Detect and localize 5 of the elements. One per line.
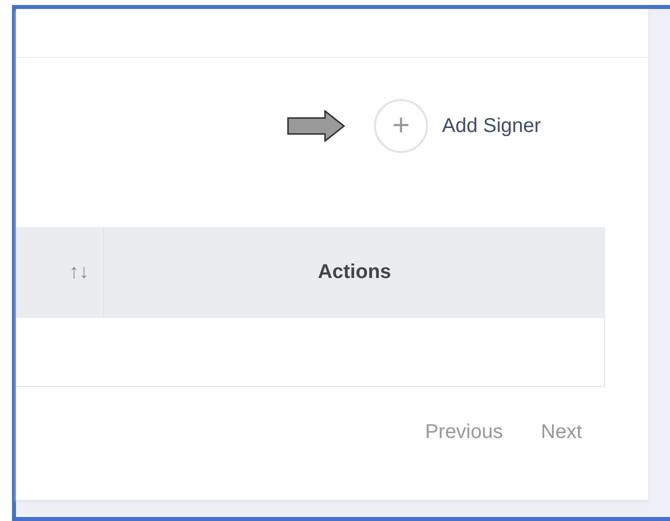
column-header: Actions xyxy=(316,260,392,285)
page-button[interactable]: Next xyxy=(540,421,582,444)
page-button[interactable]: Previous xyxy=(425,421,503,444)
arrow-icon xyxy=(287,110,345,142)
add-signer-button[interactable]: + Add Signer xyxy=(374,99,541,153)
